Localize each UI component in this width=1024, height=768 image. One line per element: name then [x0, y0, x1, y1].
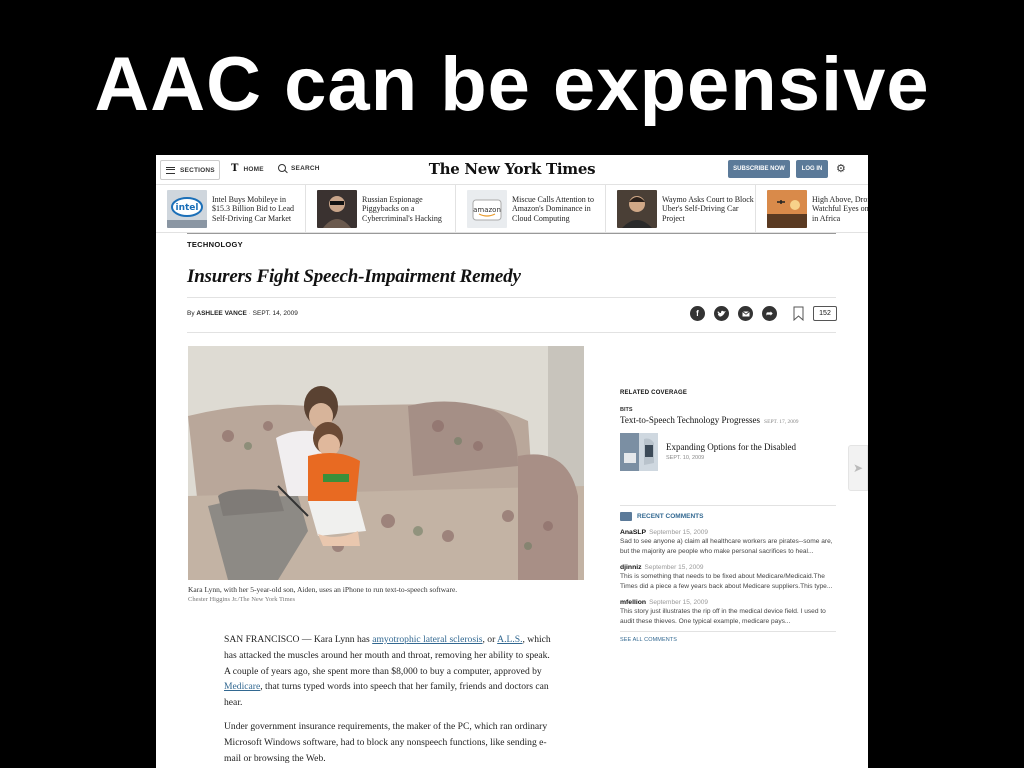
promo-item[interactable]: amazon Miscue Calls Attention to Amazon'…: [456, 185, 606, 233]
related-date: SEPT. 17, 2009: [764, 419, 799, 425]
promo-text: High Above, Drones Keep Watchful Eyes on…: [812, 194, 868, 223]
comment-item[interactable]: mfellion September 15, 2009 This story ju…: [620, 599, 836, 626]
author-link[interactable]: ASHLEE VANCE: [196, 310, 246, 317]
sidebar: RELATED COVERAGE BITS Text-to-Speech Tec…: [620, 390, 836, 643]
promo-strip: intel Intel Buys Mobileye in $15.3 Billi…: [156, 185, 868, 233]
comment-user: mfellion: [620, 599, 647, 607]
comment-bubble-icon: [620, 512, 632, 521]
see-all-comments-link[interactable]: SEE ALL COMMENTS: [620, 637, 836, 643]
related-thumbnail: [620, 433, 658, 471]
comment-user: djinniz: [620, 564, 642, 572]
comment-date: September 15, 2009: [649, 529, 708, 536]
comments-divider: [620, 630, 836, 632]
section-kicker[interactable]: TECHNOLOGY: [187, 240, 243, 249]
als-link[interactable]: amyotrophic lateral sclerosis: [372, 634, 482, 645]
comment-user: AnaSLP: [620, 529, 647, 536]
promo-text: Miscue Calls Attention to Amazon's Domin…: [512, 194, 594, 223]
comment-date: September 15, 2009: [649, 599, 708, 607]
promo-thumbnail: intel: [167, 190, 207, 228]
comment-item[interactable]: AnaSLP September 15, 2009 Sad to see anyo…: [620, 529, 836, 556]
comment-header: AnaSLP September 15, 2009: [620, 529, 836, 536]
article-body: SAN FRANCISCO — Kara Lynn has amyotrophi…: [224, 632, 554, 768]
byline-divider: [187, 332, 836, 333]
related-title[interactable]: Expanding Options for the Disabled: [666, 442, 796, 452]
related-date: SEPT. 10, 2009: [666, 455, 705, 461]
medicare-link[interactable]: Medicare: [224, 681, 260, 692]
comment-count-button[interactable]: 152: [813, 306, 837, 321]
facebook-icon[interactable]: f: [690, 306, 705, 321]
promo-item[interactable]: Waymo Asks Court to Block Uber's Self-Dr…: [606, 185, 756, 233]
related-text: Expanding Options for the Disabled SEPT.…: [666, 433, 796, 471]
login-button[interactable]: LOG IN: [796, 160, 828, 178]
recent-comments-header: RECENT COMMENTS: [620, 512, 836, 521]
comment-text: This is something that needs to be fixed…: [620, 573, 833, 590]
photo-caption: Kara Lynn, with her 5-year-old son, Aide…: [188, 585, 458, 594]
text-run: , or: [482, 634, 498, 645]
byline: By ASHLEE VANCE · SEPT. 14, 2009: [187, 310, 298, 317]
comment-header: djinniz September 15, 2009: [620, 564, 836, 571]
top-nav-bar: SECTIONS T HOME SEARCH The New York Time…: [156, 155, 868, 185]
article-photo: [188, 346, 584, 580]
photo-credit: Chester Higgins Jr./The New York Times: [188, 596, 296, 603]
article-paragraph: SAN FRANCISCO — Kara Lynn has amyotrophi…: [224, 632, 554, 711]
related-coverage-heading: RELATED COVERAGE: [620, 390, 688, 396]
kicker-divider: [187, 233, 836, 234]
promo-item[interactable]: Russian Espionage Piggybacks on a Cyberc…: [306, 185, 456, 233]
promo-item[interactable]: intel Intel Buys Mobileye in $15.3 Billi…: [156, 185, 306, 233]
nyt-article-screenshot: SECTIONS T HOME SEARCH The New York Time…: [156, 155, 868, 768]
comment-text: Sad to see anyone a) claim all healthcar…: [620, 538, 833, 555]
promo-text: Intel Buys Mobileye in $15.3 Billion Bid…: [212, 194, 294, 223]
article-paragraph: Under government insurance requirements,…: [224, 720, 548, 764]
bookmark-icon[interactable]: [793, 306, 804, 321]
promo-thumbnail: amazon: [467, 190, 507, 228]
svg-text:intel: intel: [176, 203, 199, 213]
subscribe-button[interactable]: SUBSCRIBE NOW: [728, 160, 790, 178]
gear-icon[interactable]: ⚙: [836, 164, 846, 175]
recent-comments-heading[interactable]: RECENT COMMENTS: [637, 513, 703, 520]
svg-text:amazon: amazon: [473, 206, 501, 214]
promo-thumbnail: [617, 190, 657, 228]
promo-text: Waymo Asks Court to Block Uber's Self-Dr…: [662, 194, 754, 223]
comment-item[interactable]: djinniz September 15, 2009 This is someth…: [620, 564, 836, 591]
byline-prefix: By: [187, 310, 195, 317]
sidebar-divider: [620, 505, 836, 506]
text-run: SAN FRANCISCO — Kara Lynn has: [224, 634, 373, 645]
als-abbrev-link[interactable]: A.L.S.: [497, 634, 522, 645]
article-headline: Insurers Fight Speech-Impairment Remedy: [187, 266, 521, 287]
related-item[interactable]: Expanding Options for the Disabled SEPT.…: [620, 433, 836, 471]
chevron-right-icon: ➤: [852, 461, 864, 475]
comment-date: September 15, 2009: [644, 564, 704, 572]
comment-text: This story just illustrates the rip off …: [620, 608, 826, 625]
blog-label[interactable]: BITS: [620, 407, 836, 413]
share-icon[interactable]: ➦: [762, 306, 777, 321]
next-article-arrow[interactable]: ➤: [848, 445, 868, 491]
twitter-icon[interactable]: [714, 306, 729, 321]
publish-date: SEPT. 14, 2009: [252, 310, 298, 317]
related-title[interactable]: Text-to-Speech Technology Progresses: [620, 415, 760, 425]
comment-header: mfellion September 15, 2009: [620, 599, 836, 606]
promo-text: Russian Espionage Piggybacks on a Cyberc…: [362, 194, 442, 223]
text-run: , that turns typed words into speech tha…: [224, 681, 549, 709]
promo-thumbnail: [767, 190, 807, 228]
email-icon[interactable]: [738, 306, 753, 321]
promo-thumbnail: [317, 190, 357, 228]
headline-divider: [187, 297, 836, 298]
slide-title: AAC can be expensive: [94, 42, 930, 127]
related-item[interactable]: Text-to-Speech Technology Progresses SEPT…: [620, 415, 836, 425]
promo-item[interactable]: High Above, Drones Keep Watchful Eyes on…: [756, 185, 868, 233]
